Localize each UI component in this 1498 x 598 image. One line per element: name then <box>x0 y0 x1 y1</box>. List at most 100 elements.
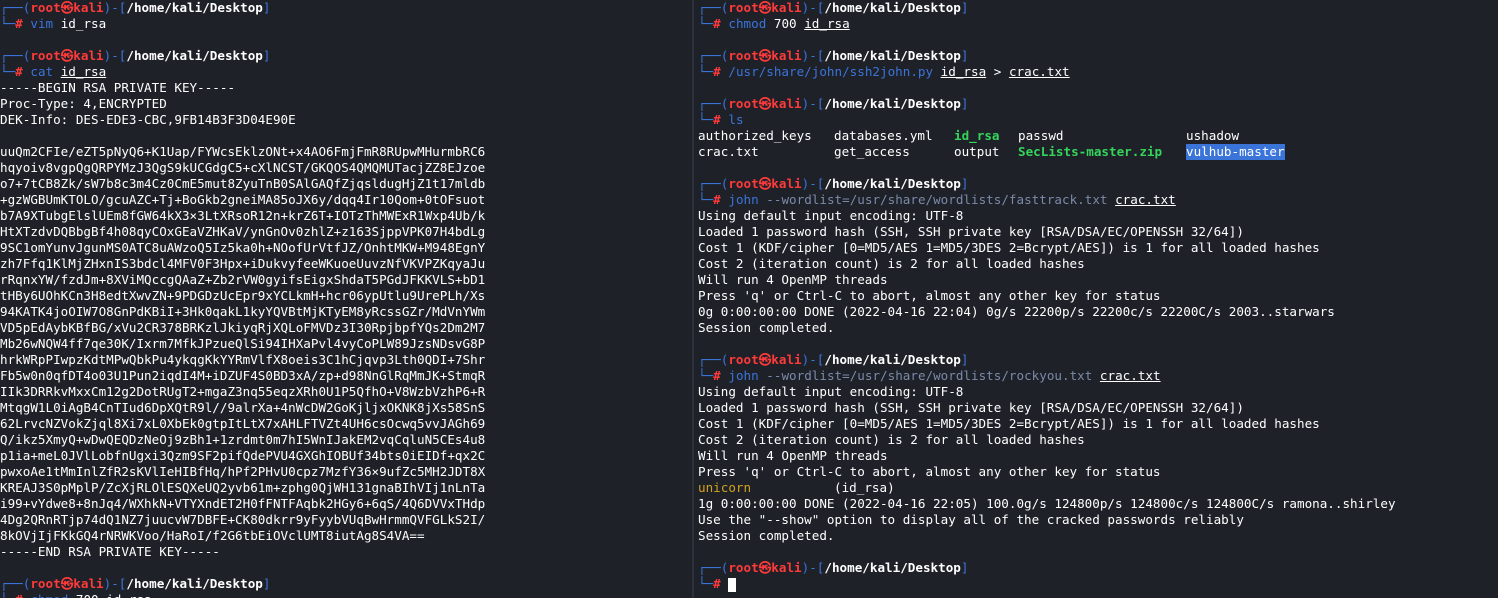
file-entry: passwd <box>1018 128 1064 143</box>
ls-output-row: authorized_keys databases.yml id_rsa passwd… <box>698 128 1498 144</box>
prompt-symbol: # <box>713 192 721 207</box>
prompt-path: /home/kali/Desktop <box>824 560 961 575</box>
file-entry: databases.yml <box>834 128 933 143</box>
file-entry: ushadow <box>1186 128 1240 143</box>
prompt-symbol: # <box>713 576 721 591</box>
cracked-password-line: unicorn (id_rsa) <box>698 480 1498 496</box>
output-line: Will run 4 OpenMP threads <box>698 272 888 287</box>
command-arg: id_rsa <box>804 16 850 31</box>
ls-output-row: crac.txt get_access output SecLists-master.… <box>698 144 1498 160</box>
prompt-block: ┌──(root㉿kali)-[/home/kali/Desktop] └─# <box>698 560 969 592</box>
skull-icon: ㉿ <box>758 560 772 575</box>
key-line: uuQm2CFIe/eZT5pNyQ6+K1Uap/FYWcsEklzONt+x… <box>0 144 486 159</box>
dek-info-line: DEK-Info: DES-EDE3-CBC,9FB14B3F3D04E90E <box>0 112 296 127</box>
prompt-user: root <box>30 0 61 15</box>
command-arg: id_rsa <box>60 16 107 31</box>
key-line: p1ia+meL0JVlLobfnUgxi3Qzm9SF2pifQdePVU4G… <box>0 448 486 463</box>
prompt-user: root <box>728 96 759 111</box>
prompt-block: ┌──(root㉿kali)-[/home/kali/Desktop] └─# … <box>698 48 1070 79</box>
skull-icon: ㉿ <box>60 48 74 63</box>
prompt-host: kali <box>73 48 104 63</box>
prompt-block: ┌──(root㉿kali)-[/home/kali/Desktop] └─# … <box>698 96 969 127</box>
output-line: Cost 1 (KDF/cipher [0=MD5/AES 1=MD5/3DES… <box>698 240 1320 255</box>
output-line: Cost 1 (KDF/cipher [0=MD5/AES 1=MD5/3DES… <box>698 416 1320 431</box>
prompt-path: /home/kali/Desktop <box>824 96 961 111</box>
key-line: tHBy6UOhKCn3H8edtXwvZN+9PDGDzUcEpr9xYCLk… <box>0 288 486 303</box>
prompt-path: /home/kali/Desktop <box>824 48 961 63</box>
pane-divider[interactable] <box>692 0 694 598</box>
skull-icon: ㉿ <box>758 176 772 191</box>
john-output-fasttrack: Using default input encoding: UTF-8 Loade… <box>698 208 1498 336</box>
prompt-host: kali <box>771 48 802 63</box>
output-line: Session completed. <box>698 320 835 335</box>
key-line: VD5pEdAybKBfBG/xVu2CR378BRKzlJkiyqRjXQLo… <box>0 320 486 335</box>
prompt-block: ┌──(root㉿kali)-[/home/kali/Desktop] └─# … <box>0 0 271 31</box>
key-line: hrkWRpPIwpzKdtMPwQbkPu4ykqgKkYYRmVlfX8oe… <box>0 352 486 367</box>
prompt-path: /home/kali/Desktop <box>126 576 263 591</box>
prompt-symbol: # <box>15 16 23 31</box>
skull-icon: ㉿ <box>758 0 772 15</box>
key-line: 4Dg2QRnRTjp74dQ1NZ7juucvW7DBFE+CK80dkrr9… <box>0 512 486 527</box>
key-line: pwxoAe1tMmInlZfR2sKVlIeHIBfHq/hPf2PHvU0c… <box>0 464 486 479</box>
key-line: rRqnxYW/fzdJm+8XViMQccgQAaZ+Zb2rVW0gyifs… <box>0 272 486 287</box>
key-line: Mb26wNQW4ff7qe30K/Ixrm7MfkJPzueQlSi94IHX… <box>0 336 486 351</box>
proc-type-line: Proc-Type: 4,ENCRYPTED <box>0 96 167 111</box>
prompt-host: kali <box>73 0 104 15</box>
prompt-user: root <box>30 576 61 591</box>
output-line: Loaded 1 password hash (SSH, SSH private… <box>698 224 1244 239</box>
key-line: o7+7tCB8Zk/sW7b8c3m4Cz0CmE5mut8ZyuTnB0SA… <box>0 176 486 191</box>
prompt-block: ┌──(root㉿kali)-[/home/kali/Desktop] └─# … <box>698 0 969 31</box>
file-entry: crac.txt <box>698 144 759 159</box>
prompt-symbol: # <box>713 16 721 31</box>
prompt-path: /home/kali/Desktop <box>126 0 263 15</box>
prompt-path: /home/kali/Desktop <box>824 352 961 367</box>
key-line: i99+vYdwe8+8nJq4/WXhkN+VTYXndET2H0fFNTFA… <box>0 496 486 511</box>
command-option: --wordlist=/usr/share/wordlists/rockyou.… <box>766 368 1093 383</box>
command-arg: id_rsa <box>106 592 152 598</box>
command-arg: crac.txt <box>1008 64 1070 79</box>
prompt-symbol: # <box>713 368 721 383</box>
output-line: Session completed. <box>698 528 835 543</box>
prompt-host: kali <box>771 176 802 191</box>
cracked-password: unicorn <box>698 480 752 495</box>
file-entry: get_access <box>834 144 910 159</box>
command-arg: crac.txt <box>1115 192 1176 207</box>
prompt-user: root <box>728 0 759 15</box>
prompt-user: root <box>30 48 61 63</box>
skull-icon: ㉿ <box>758 96 772 111</box>
command-arg: 700 <box>76 592 99 598</box>
prompt-path: /home/kali/Desktop <box>126 48 263 63</box>
key-line: Fb5w0n0qfDT4o03U1Pun2iqdI4M+iDZUF4S0BD3x… <box>0 368 486 383</box>
file-entry: output <box>954 144 1000 159</box>
command-name: cat <box>30 64 54 79</box>
file-entry-highlighted: vulhub-master <box>1186 144 1285 160</box>
prompt-symbol: # <box>713 64 721 79</box>
prompt-host: kali <box>771 560 802 575</box>
command-name: john <box>728 192 759 207</box>
prompt-block: ┌──(root㉿kali)-[/home/kali/Desktop] └─# … <box>0 48 271 79</box>
left-terminal-pane[interactable]: ┌──(root㉿kali)-[/home/kali/Desktop] └─# … <box>0 0 688 598</box>
skull-icon: ㉿ <box>758 352 772 367</box>
output-line: Use the "--show" option to display all o… <box>698 512 1244 527</box>
command-arg: id_rsa <box>940 64 987 79</box>
key-end-line: -----END RSA PRIVATE KEY----- <box>0 544 220 559</box>
key-line: Q/ikz5XmyQ+wDwQEQDzNeOj9zBh1+1zrdmt0m7hI… <box>0 432 486 447</box>
prompt-block: ┌──(root㉿kali)-[/home/kali/Desktop] └─# … <box>698 176 1176 207</box>
key-line: 94KATK4joOIW7O8GnPdKBiI+3Hk0qakL1kyYQVBt… <box>0 304 486 319</box>
file-entry: id_rsa <box>954 128 1000 143</box>
command-arg: id_rsa <box>60 64 107 79</box>
right-terminal-pane[interactable]: ┌──(root㉿kali)-[/home/kali/Desktop] └─# … <box>698 0 1498 598</box>
output-line: Loaded 1 password hash (SSH, SSH private… <box>698 400 1244 415</box>
command-name: vim <box>30 16 54 31</box>
output-line: Press 'q' or Ctrl-C to abort, almost any… <box>698 464 1161 479</box>
command-arg: 700 <box>773 16 797 31</box>
key-line: MtqgW1L0iAgB4CnTIud6DpXQtR9l//9alrXa+4nW… <box>0 400 486 415</box>
cracked-file: (id_rsa) <box>834 480 895 495</box>
key-line: 9SC1omYunvJgunMS0ATC8uAWzoQ5Iz5ka0h+NOof… <box>0 240 486 255</box>
command-name: /usr/share/john/ssh2john.py <box>728 64 934 79</box>
skull-icon: ㉿ <box>60 0 74 15</box>
skull-icon: ㉿ <box>60 576 74 591</box>
output-line: 0g 0:00:00:00 DONE (2022-04-16 22:04) 0g… <box>698 304 1335 319</box>
command-arg: crac.txt <box>1099 368 1161 383</box>
text-cursor[interactable] <box>728 577 737 592</box>
